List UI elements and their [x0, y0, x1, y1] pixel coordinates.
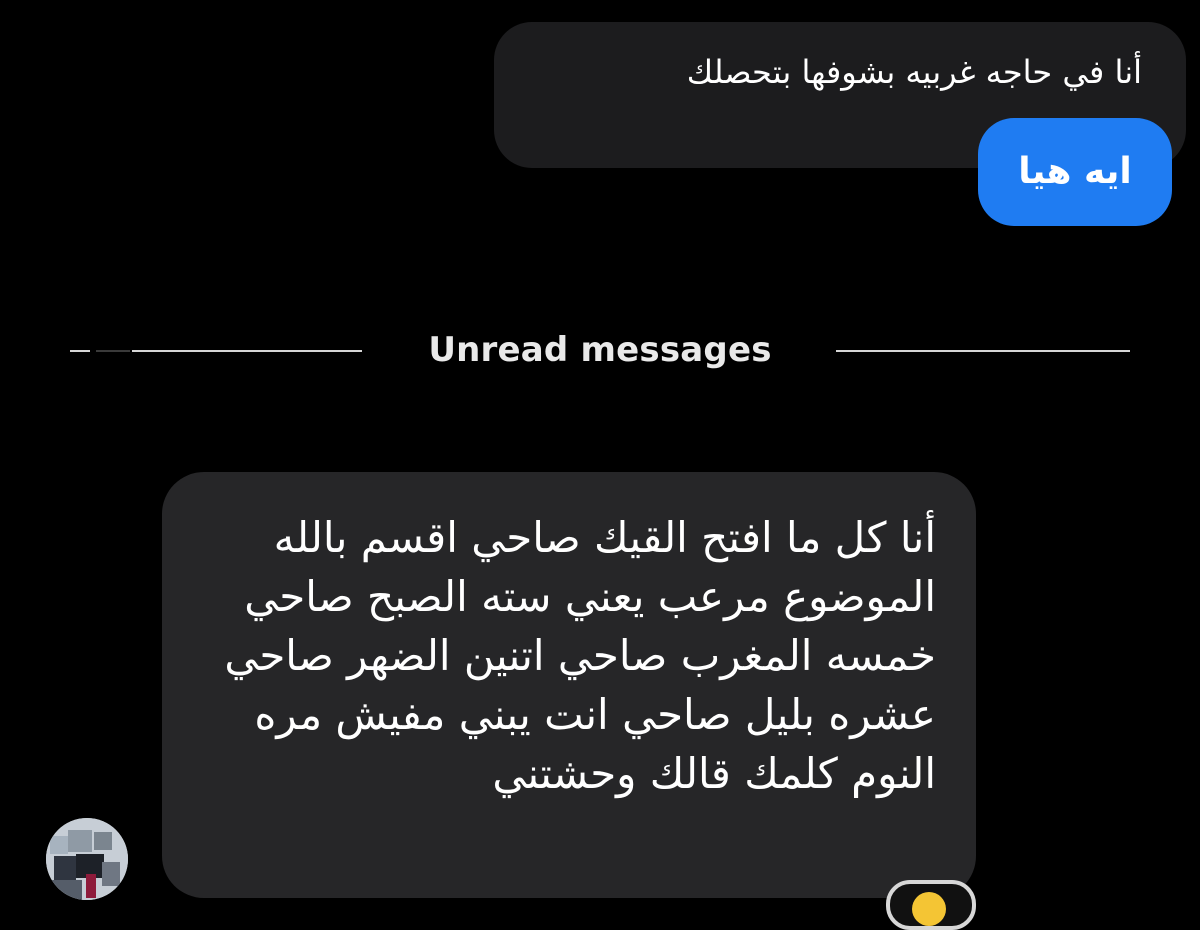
incoming-message-bubble-long[interactable]: أنا كل ما افتح القيك صاحي اقسم بالله الم… — [162, 472, 976, 898]
incoming-message-text: أنا في حاجه غربيه بشوفها بتحصلك — [686, 53, 1142, 91]
avatar-pixel-6 — [86, 874, 96, 898]
avatar-pixel-7 — [102, 862, 120, 886]
unread-messages-label: Unread messages — [428, 330, 772, 370]
avatar-pixel-1 — [50, 836, 68, 854]
avatar-pixel-3 — [94, 832, 112, 850]
divider-line-left-segment — [70, 350, 90, 352]
emoji-reaction-icon — [912, 892, 946, 926]
avatar-pixel-2 — [68, 830, 92, 852]
unread-divider: Unread messages — [0, 320, 1200, 380]
incoming-message-long-text: أنا كل ما افتح القيك صاحي اقسم بالله الم… — [224, 513, 936, 798]
outgoing-message-bubble[interactable]: ايه هيا — [978, 118, 1172, 226]
outgoing-message-text: ايه هيا — [1018, 151, 1132, 192]
divider-line-right — [836, 350, 1130, 352]
avatar-pixel-4 — [54, 856, 76, 880]
sender-avatar[interactable] — [46, 818, 128, 900]
top-cutoff-fragment — [760, 0, 800, 4]
divider-line-left-dark-segment — [96, 350, 130, 352]
divider-line-left — [132, 350, 362, 352]
avatar-pixel-8 — [46, 880, 82, 900]
